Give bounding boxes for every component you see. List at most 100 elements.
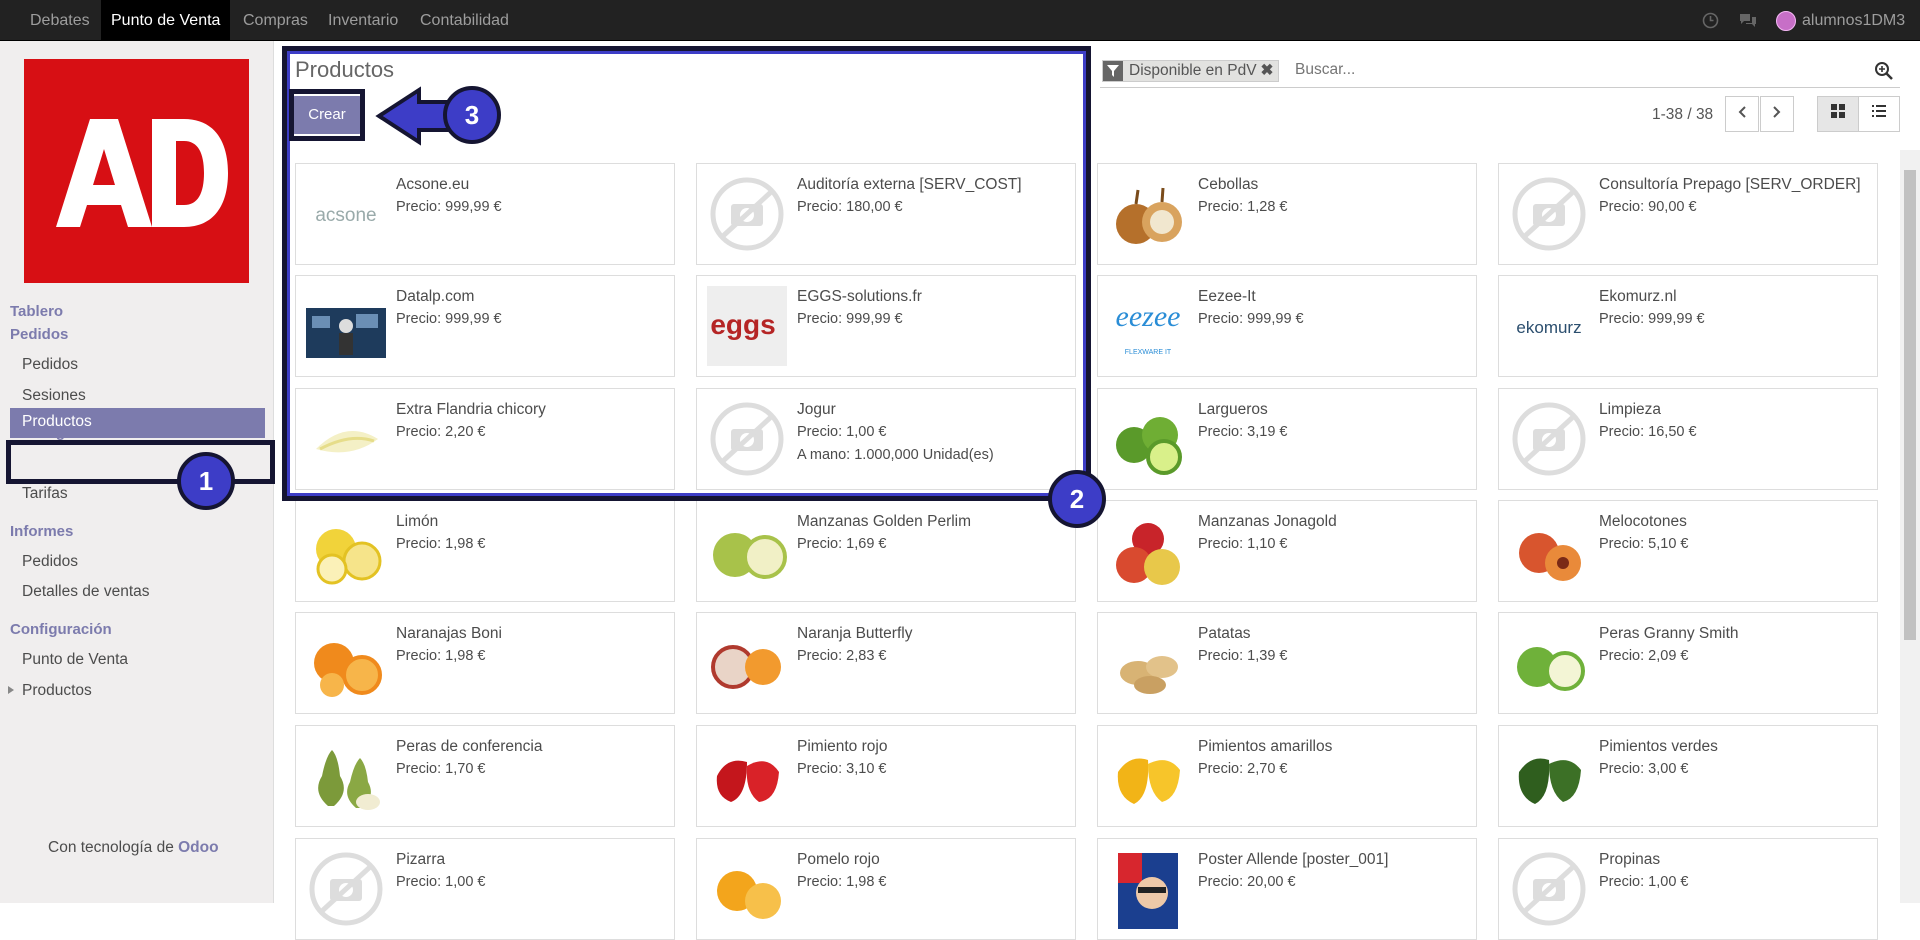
sidebar-item-sesiones[interactable]: Sesiones bbox=[22, 387, 86, 405]
product-image bbox=[1117, 758, 1180, 804]
scroll-thumb[interactable] bbox=[1904, 170, 1916, 640]
product-image: eezee FLEXWARE IT bbox=[1116, 300, 1181, 356]
menu-debates[interactable]: Debates bbox=[20, 0, 100, 41]
product-image bbox=[1518, 758, 1581, 804]
scrollbar[interactable] bbox=[1900, 150, 1920, 903]
product-name: Naranajas Boni bbox=[396, 625, 502, 642]
user-menu[interactable]: alumnos1DM3 bbox=[1802, 0, 1905, 41]
product-price: Precio: 1,00 € bbox=[396, 874, 486, 890]
chevron-right-icon bbox=[1773, 106, 1781, 118]
product-image bbox=[1519, 533, 1581, 581]
product-name: Patatas bbox=[1198, 625, 1251, 642]
sidebar-item-label: Productos bbox=[22, 413, 92, 430]
product-price: Precio: 1,10 € bbox=[1198, 536, 1288, 552]
product-price: Precio: 20,00 € bbox=[1198, 874, 1296, 890]
clock-icon[interactable] bbox=[1702, 12, 1719, 29]
product-image bbox=[1120, 656, 1178, 694]
product-price: Precio: 2,70 € bbox=[1198, 761, 1288, 777]
product-name: Limón bbox=[396, 513, 439, 530]
chat-icon[interactable] bbox=[1738, 12, 1758, 29]
product-price: Precio: 5,10 € bbox=[1599, 536, 1689, 552]
menu-contabilidad[interactable]: Contabilidad bbox=[410, 0, 519, 41]
pager-previous-button[interactable] bbox=[1725, 96, 1759, 132]
product-card[interactable]: Pizarra Precio: 1,00 € bbox=[295, 838, 675, 940]
sidebar-section-informes: Informes bbox=[10, 523, 74, 540]
product-card[interactable]: Melocotones Precio: 5,10 € bbox=[1498, 500, 1878, 602]
product-price: Precio: 1,98 € bbox=[396, 536, 486, 552]
pager-next-button[interactable] bbox=[1760, 96, 1794, 132]
product-card[interactable]: ekomurz Ekomurz.nl Precio: 999,99 € bbox=[1498, 275, 1878, 377]
sidebar-item-informes-pedidos[interactable]: Pedidos bbox=[22, 553, 78, 571]
product-name: Largueros bbox=[1198, 401, 1268, 418]
filter-facet[interactable]: Disponible en PdV ✖ bbox=[1102, 60, 1279, 82]
product-price: Precio: 16,50 € bbox=[1599, 424, 1697, 440]
product-card[interactable]: Consultoría Prepago [SERV_ORDER] Precio: … bbox=[1498, 163, 1878, 265]
product-price: Precio: 1,69 € bbox=[797, 536, 887, 552]
search-icon[interactable] bbox=[1874, 61, 1894, 81]
product-image bbox=[314, 643, 382, 697]
product-name: Pimiento rojo bbox=[797, 738, 888, 755]
product-card[interactable]: Largueros Precio: 3,19 € bbox=[1097, 388, 1477, 490]
product-card[interactable]: Pomelo rojo Precio: 1,98 € bbox=[696, 838, 1076, 940]
search-bar: Disponible en PdV ✖ bbox=[1100, 57, 1900, 88]
product-image bbox=[316, 529, 382, 585]
product-price: Precio: 1,00 € bbox=[1599, 874, 1689, 890]
product-price: Precio: 3,10 € bbox=[797, 761, 887, 777]
product-card[interactable]: Peras de conferencia Precio: 1,70 € bbox=[295, 725, 675, 827]
product-card[interactable]: Poster Allende [poster_001] Precio: 20,00… bbox=[1097, 838, 1477, 940]
product-card[interactable]: Naranajas Boni Precio: 1,98 € bbox=[295, 612, 675, 714]
search-input[interactable] bbox=[1293, 60, 1857, 80]
remove-facet-icon[interactable]: ✖ bbox=[1261, 62, 1278, 79]
product-image bbox=[713, 533, 787, 579]
product-card[interactable]: Cebollas Precio: 1,28 € bbox=[1097, 163, 1477, 265]
product-name: Manzanas Golden Perlim bbox=[797, 513, 972, 530]
product-name: Eezee-It bbox=[1198, 288, 1256, 305]
svg-text:eezee: eezee bbox=[1116, 300, 1181, 333]
product-image bbox=[318, 750, 380, 810]
product-name: Pimientos verdes bbox=[1599, 738, 1718, 755]
product-card[interactable]: Patatas Precio: 1,39 € bbox=[1097, 612, 1477, 714]
sidebar-item-config-productos[interactable]: Productos bbox=[22, 682, 92, 700]
odoo-link[interactable]: Odoo bbox=[178, 839, 218, 856]
product-card[interactable]: Pimientos amarillos Precio: 2,70 € bbox=[1097, 725, 1477, 827]
sidebar-section-configuracion: Configuración bbox=[10, 621, 112, 638]
product-card[interactable]: Manzanas Golden Perlim Precio: 1,69 € bbox=[696, 500, 1076, 602]
product-name: Poster Allende [poster_001] bbox=[1198, 851, 1389, 868]
product-card[interactable]: Naranja Butterfly Precio: 2,83 € bbox=[696, 612, 1076, 714]
product-image bbox=[1116, 187, 1182, 244]
product-name: Peras de conferencia bbox=[396, 738, 543, 755]
product-card[interactable]: Peras Granny Smith Precio: 2,09 € bbox=[1498, 612, 1878, 714]
placeholder-image-icon bbox=[1512, 852, 1586, 926]
sidebar-item-punto-de-venta[interactable]: Punto de Venta bbox=[22, 651, 128, 669]
powered-by: Con tecnología de Odoo bbox=[48, 839, 219, 857]
sidebar-section-pedidos: Pedidos bbox=[10, 326, 69, 343]
list-icon bbox=[1872, 105, 1886, 117]
menu-punto-de-venta[interactable]: Punto de Venta bbox=[101, 0, 231, 41]
menu-inventario[interactable]: Inventario bbox=[318, 0, 408, 41]
product-card[interactable]: Pimiento rojo Precio: 3,10 € bbox=[696, 725, 1076, 827]
product-name: Consultoría Prepago [SERV_ORDER] bbox=[1599, 176, 1861, 193]
product-price: Precio: 999,99 € bbox=[1599, 311, 1705, 327]
sidebar-item-productos[interactable]: Productos bbox=[10, 408, 265, 438]
chevron-left-icon bbox=[1738, 106, 1746, 118]
placeholder-image-icon bbox=[1512, 402, 1586, 476]
list-view-button[interactable] bbox=[1858, 96, 1900, 132]
sidebar-item-pedidos[interactable]: Pedidos bbox=[22, 356, 78, 374]
product-card[interactable]: Limpieza Precio: 16,50 € bbox=[1498, 388, 1878, 490]
highlight-create bbox=[289, 89, 365, 141]
sidebar-item-detalles-ventas[interactable]: Detalles de ventas bbox=[22, 583, 150, 601]
product-image bbox=[717, 871, 781, 919]
product-card[interactable]: Manzanas Jonagold Precio: 1,10 € bbox=[1097, 500, 1477, 602]
product-card[interactable]: Limón Precio: 1,98 € bbox=[295, 500, 675, 602]
kanban-view-button[interactable] bbox=[1817, 96, 1859, 132]
product-name: Pizarra bbox=[396, 851, 446, 868]
sidebar-section-tablero[interactable]: Tablero bbox=[10, 303, 63, 320]
product-card[interactable]: Propinas Precio: 1,00 € bbox=[1498, 838, 1878, 940]
sidebar-item-tarifas[interactable]: Tarifas bbox=[22, 485, 68, 503]
product-card[interactable]: Pimientos verdes Precio: 3,00 € bbox=[1498, 725, 1878, 827]
product-image bbox=[1116, 417, 1182, 475]
product-card[interactable]: eezee FLEXWARE IT Eezee-It Precio: 999,99 € bbox=[1097, 275, 1477, 377]
menu-compras[interactable]: Compras bbox=[233, 0, 318, 41]
product-image bbox=[716, 760, 779, 802]
avatar[interactable] bbox=[1776, 11, 1796, 31]
